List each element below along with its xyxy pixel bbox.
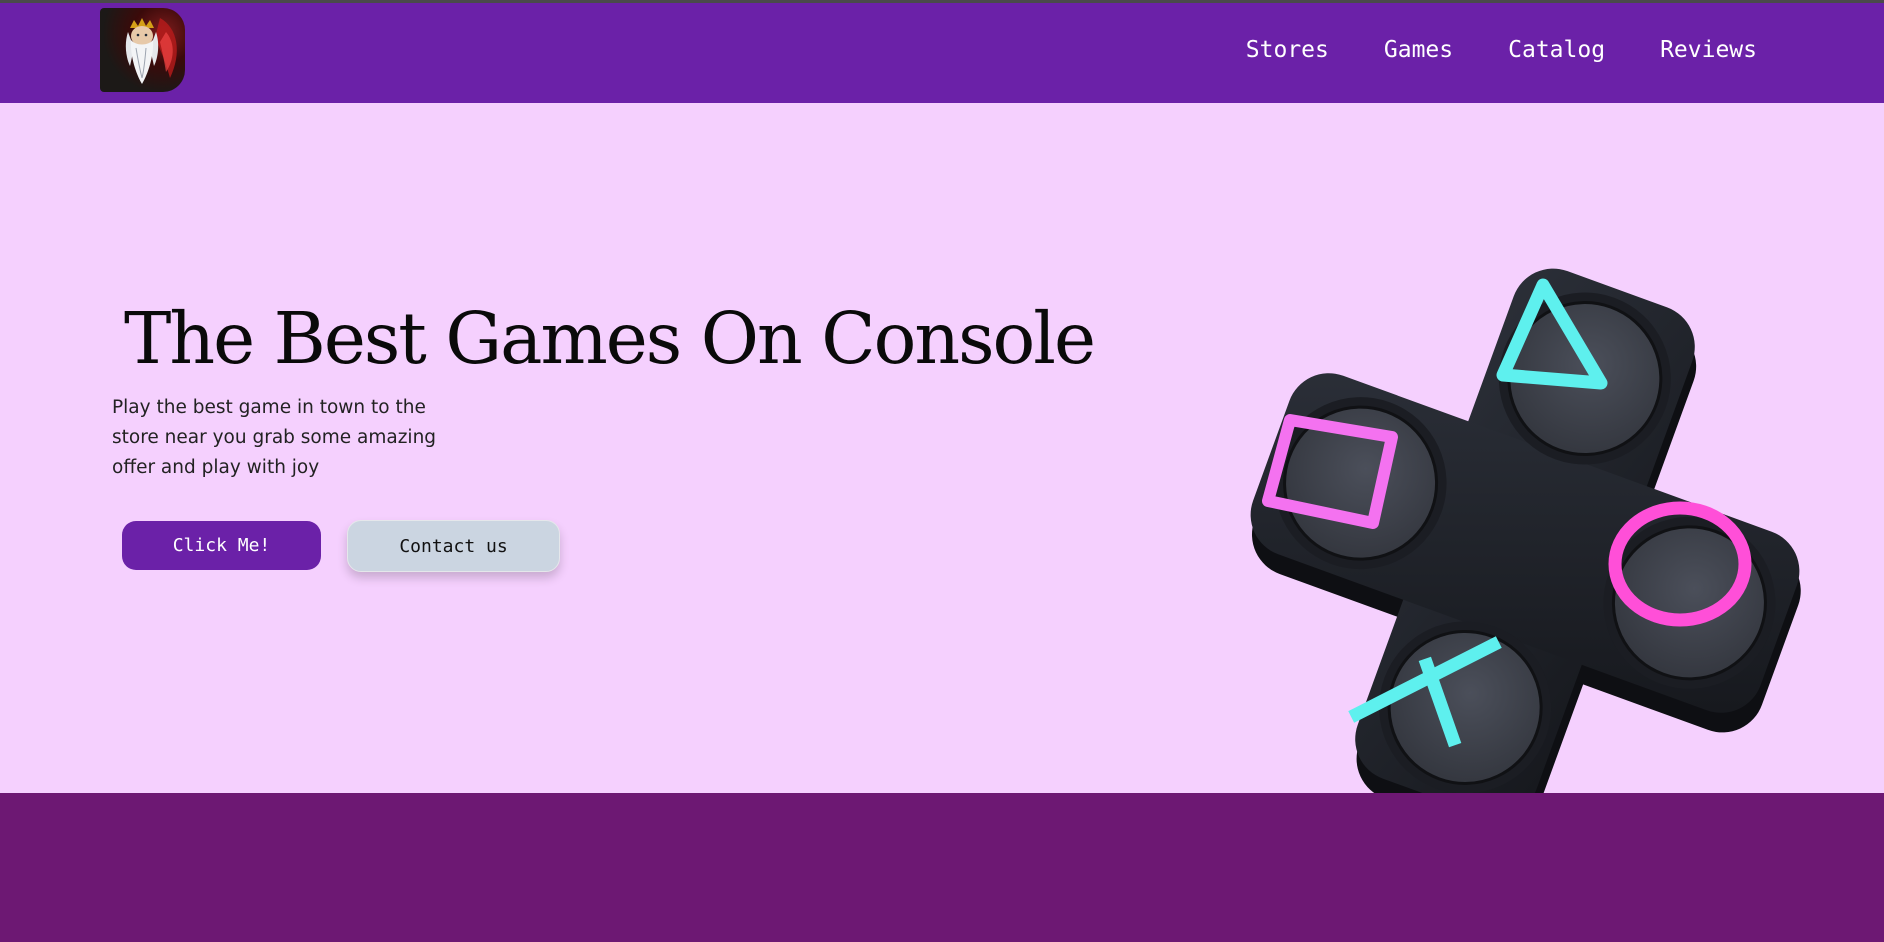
hero-title: The Best Games On Console — [124, 297, 1096, 380]
nav-link-reviews[interactable]: Reviews — [1660, 37, 1757, 63]
site-header: Stores Games Catalog Reviews — [0, 3, 1884, 103]
hero-description: Play the best game in town to the store … — [112, 397, 437, 478]
logo[interactable] — [100, 8, 185, 92]
footer-band — [0, 793, 1884, 942]
nav-link-stores[interactable]: Stores — [1246, 37, 1329, 63]
contact-us-button[interactable]: Contact us — [347, 520, 560, 572]
bearded-wizard-avatar-icon — [125, 18, 177, 84]
hero-section: The Best Games On Console Play the best … — [0, 103, 1884, 838]
click-me-button[interactable]: Click Me! — [122, 521, 321, 570]
nav-link-catalog[interactable]: Catalog — [1508, 37, 1605, 63]
nav-link-games[interactable]: Games — [1384, 37, 1453, 63]
main-nav: Stores Games Catalog Reviews — [1191, 37, 1757, 63]
game-controller-buttons-icon — [1250, 268, 1801, 838]
